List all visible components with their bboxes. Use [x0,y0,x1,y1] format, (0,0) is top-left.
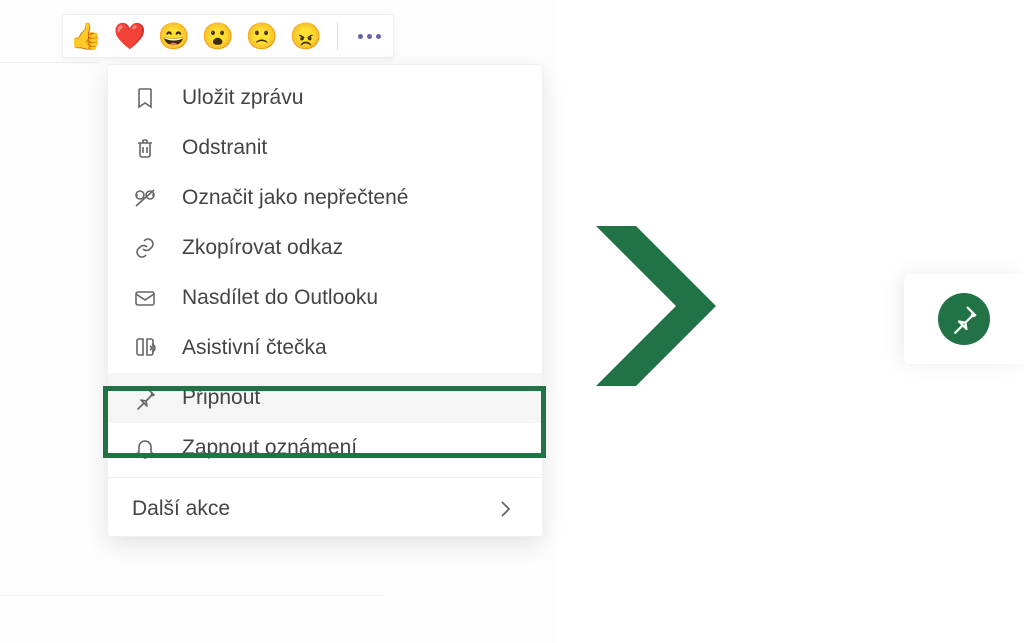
menu-mark-unread[interactable]: Označit jako nepřečtené [108,173,542,223]
divider [0,62,100,63]
trash-icon [132,135,158,161]
menu-item-label: Připnout [182,386,260,410]
pin-badge-icon [938,293,990,345]
left-panel: 👍 ❤️ 😄 😮 🙁 😠 Uložit zprávu Odstranit [0,0,556,643]
menu-item-label: Další akce [132,497,230,521]
reaction-heart-icon[interactable]: ❤️ [115,21,145,51]
divider [0,595,385,596]
mail-icon [132,285,158,311]
menu-pin[interactable]: Připnout [108,373,542,423]
menu-save-message[interactable]: Uložit zprávu [108,73,542,123]
message-context-menu: Uložit zprávu Odstranit Označit jako nep… [107,64,543,537]
pinned-result-chip [904,274,1024,364]
reaction-like-icon[interactable]: 👍 [71,21,101,51]
menu-separator [108,477,542,478]
separator [337,22,338,50]
reaction-angry-icon[interactable]: 😠 [291,21,321,51]
menu-turn-on-notifications[interactable]: Zapnout oznámení [108,423,542,473]
chevron-right-icon [492,496,518,522]
menu-more-actions[interactable]: Další akce [108,482,542,536]
pin-icon [132,385,158,411]
menu-item-label: Označit jako nepřečtené [182,186,408,210]
menu-item-label: Zkopírovat odkaz [182,236,343,260]
menu-item-label: Odstranit [182,136,267,160]
reaction-bar: 👍 ❤️ 😄 😮 🙁 😠 [62,14,394,58]
reader-icon [132,335,158,361]
menu-item-label: Uložit zprávu [182,86,303,110]
menu-share-outlook[interactable]: Nasdílet do Outlooku [108,273,542,323]
bookmark-icon [132,85,158,111]
link-icon [132,235,158,261]
menu-copy-link[interactable]: Zkopírovat odkaz [108,223,542,273]
reaction-sad-icon[interactable]: 🙁 [247,21,277,51]
reaction-surprised-icon[interactable]: 😮 [203,21,233,51]
menu-item-label: Zapnout oznámení [182,436,357,460]
more-options-icon[interactable] [354,34,385,39]
reaction-laugh-icon[interactable]: 😄 [159,21,189,51]
menu-delete[interactable]: Odstranit [108,123,542,173]
menu-immersive-reader[interactable]: Asistivní čtečka [108,323,542,373]
unread-icon [132,185,158,211]
menu-item-label: Asistivní čtečka [182,336,327,360]
bell-icon [132,435,158,461]
menu-item-label: Nasdílet do Outlooku [182,286,378,310]
annotation-arrow-icon [586,216,726,396]
